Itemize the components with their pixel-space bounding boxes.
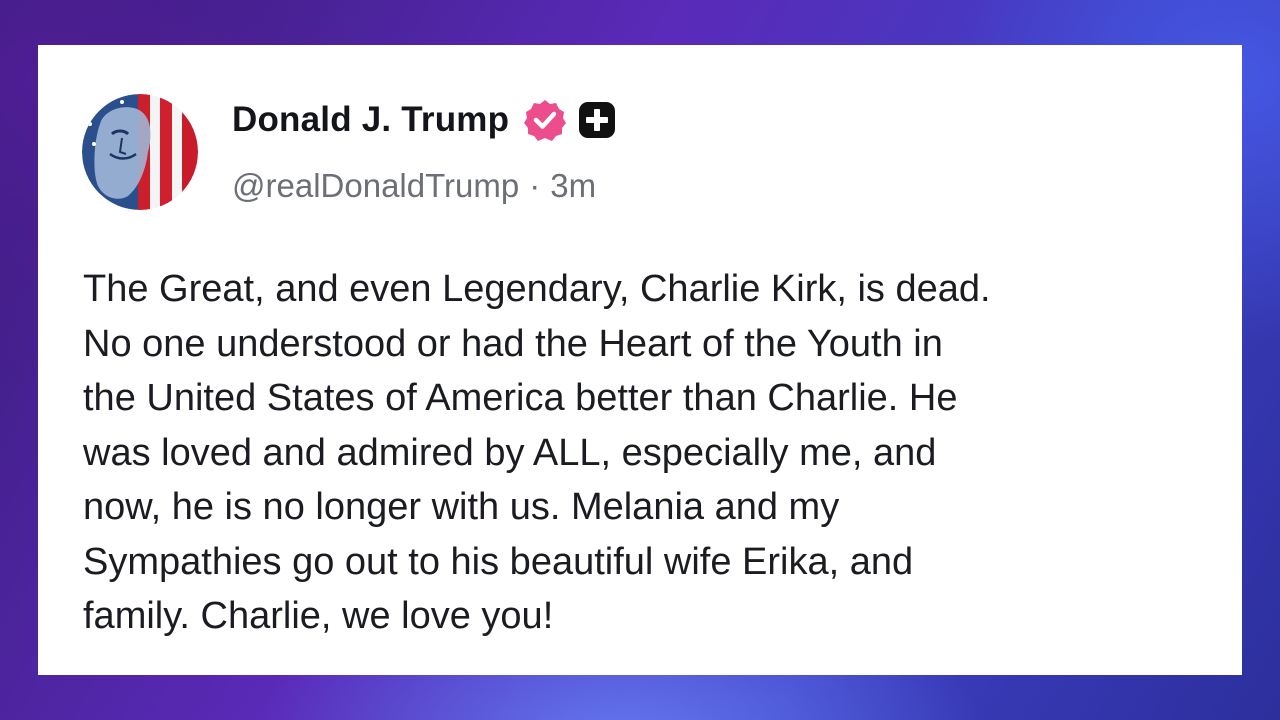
meta-separator: · — [529, 167, 541, 204]
flag-portrait-avatar-icon — [82, 94, 198, 210]
plus-square-icon — [577, 100, 617, 140]
post-body-line: the United States of America better than… — [83, 377, 958, 419]
post-timestamp[interactable]: 3m — [550, 167, 596, 205]
post-body-line: was loved and admired by ALL, especially… — [83, 431, 937, 474]
author-avatar[interactable] — [82, 94, 198, 210]
author-display-name[interactable]: Donald J. Trump — [232, 100, 509, 140]
post-body-line: No one understood or had the Heart of th… — [83, 322, 943, 365]
verified-badge-icon — [523, 98, 567, 142]
author-name-row: Donald J. Trump — [232, 98, 617, 142]
post-body-line: family. Charlie, we love you! — [83, 595, 554, 637]
post-body-line: now, he is no longer with us. Melania an… — [83, 486, 840, 528]
author-handle[interactable]: @realDonaldTrump — [232, 167, 519, 205]
author-handle-row: @realDonaldTrump · 3m — [232, 164, 596, 208]
post-body-line: The Great, and even Legendary, Charlie K… — [83, 268, 991, 310]
post-body-line: Sympathies go out to his beautiful wife … — [83, 540, 914, 583]
post-body: The Great, and even Legendary, Charlie K… — [83, 262, 1223, 644]
